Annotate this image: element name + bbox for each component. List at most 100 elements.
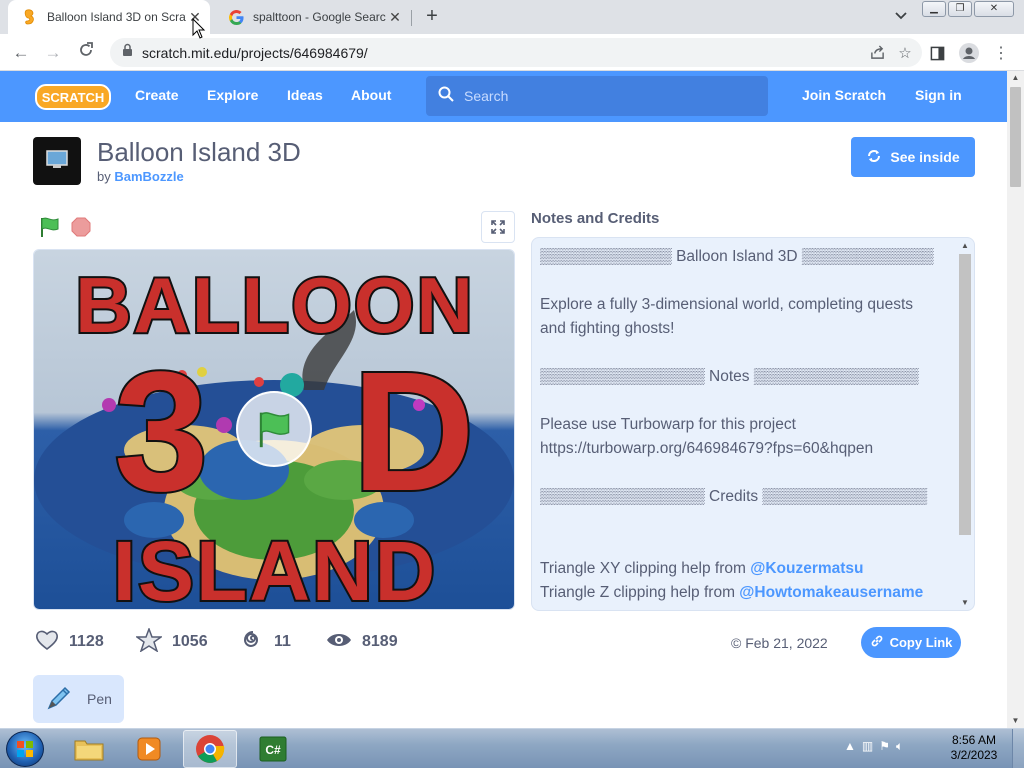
loves-count: 1128 [69,633,104,650]
join-scratch-link[interactable]: Join Scratch [802,71,886,122]
notes-credits-box[interactable]: ▒▒▒▒▒▒▒▒▒▒▒▒ Balloon Island 3D ▒▒▒▒▒▒▒▒▒… [531,237,975,611]
search-input[interactable]: Search [426,76,768,116]
scroll-up-arrow-icon[interactable]: ▲ [957,241,973,250]
taskbar-csharp-editor-icon[interactable]: C# [246,730,300,768]
svg-text:SCRATCH: SCRATCH [42,90,105,105]
heart-icon [35,629,59,656]
remix-spiral-icon [242,629,264,656]
restore-button[interactable]: ❐ [948,1,972,17]
scroll-down-arrow-icon[interactable]: ▼ [1007,714,1024,728]
action-center-flag-icon[interactable]: ⚑ [879,739,890,754]
tab-title: spalttoon - Google Search [253,10,386,24]
tray-expand-icon[interactable]: ▲ [844,739,856,754]
see-inside-button[interactable]: See inside [851,137,975,177]
tab-google-search[interactable]: spalttoon - Google Search ✕ [214,0,410,34]
views-count: 8189 [362,633,398,650]
profile-avatar-icon[interactable] [958,42,980,64]
notes-line: https://turbowarp.org/646984679?fps=60&h… [540,440,874,457]
tab-search-chevron-icon[interactable] [894,8,914,26]
lock-icon [122,43,136,62]
views-stat: 8189 [326,629,398,655]
tab-balloon-island[interactable]: Balloon Island 3D on Scratch ✕ [8,0,210,34]
back-arrow-icon[interactable]: ← [10,42,32,64]
author-link[interactable]: BamBozzle [114,169,183,184]
loves-stat[interactable]: 1128 [35,629,104,655]
project-title: Balloon Island 3D [97,137,301,167]
copy-link-button[interactable]: Copy Link [861,627,961,658]
close-window-button[interactable]: ✕ [974,1,1014,17]
remixes-stat: 11 [242,629,291,655]
scratch-favicon-icon [22,9,38,25]
new-tab-button[interactable]: + [421,5,443,27]
stop-sign-icon[interactable] [71,217,91,237]
taskbar-media-player-icon[interactable] [122,730,176,768]
sign-in-link[interactable]: Sign in [915,71,962,122]
close-tab-icon[interactable]: ✕ [386,8,404,26]
volume-icon[interactable]: 🔈︎ [896,739,903,754]
scratch-navbar: SCRATCH Create Explore Ideas About Searc… [0,71,1007,122]
scratch-logo[interactable]: SCRATCH [35,83,111,111]
pen-icon [45,684,73,715]
page-scrollbar[interactable]: ▲ ▼ [1007,71,1024,728]
nav-ideas[interactable]: Ideas [287,71,323,122]
clock-time: 8:56 AM [951,733,997,747]
forward-arrow-icon[interactable]: → [42,42,64,64]
byline: by BamBozzle [97,169,184,184]
notes-line: and fighting ghosts! [540,320,675,337]
windows-taskbar: C# ▲ ▥ ⚑ 🔈︎ 8:56 AM 3/2/2023 [0,728,1024,768]
notes-blank-line [540,533,960,557]
side-panel-icon[interactable] [926,42,948,64]
notes-line: Triangle Z clipping help from @Howtomake… [540,581,960,605]
copy-link-label: Copy Link [889,635,953,650]
by-label: by [97,169,111,184]
project-thumbnail [33,137,81,185]
address-bar: ← → scratch.mit.edu/projects/646984679/ … [0,34,1024,71]
scroll-up-arrow-icon[interactable]: ▲ [1007,71,1024,85]
taskbar-chrome-icon[interactable] [183,730,237,768]
nav-about[interactable]: About [351,71,391,122]
start-button-windows-icon[interactable] [6,731,44,767]
bookmark-star-icon[interactable]: ☆ [894,42,916,64]
remix-arrows-icon [866,148,882,167]
taskbar-file-explorer-icon[interactable] [62,730,116,768]
notes-text: ▒▒▒▒▒▒▒▒▒▒▒▒ Balloon Island 3D ▒▒▒▒▒▒▒▒▒… [540,245,960,605]
notes-line-text: Triangle XY clipping help from [540,560,751,577]
notes-line: Triangle XY clipping help from @Kouzerma… [540,557,960,581]
nav-explore[interactable]: Explore [207,71,258,122]
network-icon[interactable]: ▥ [862,739,873,754]
notes-line-text: Triangle Z clipping help from [540,584,740,601]
notes-blank-line [540,389,960,413]
fullscreen-button[interactable] [481,211,515,243]
notes-line: ▒▒▒▒▒▒▒▒▒▒▒▒▒▒▒ Credits ▒▒▒▒▒▒▒▒▒▒▒▒▒▒▒ [540,488,928,505]
notes-scrollbar[interactable]: ▲ ▼ [957,239,973,609]
user-mention-link[interactable]: @Kouzermatsu [750,560,863,577]
search-icon [438,86,454,107]
play-overlay-green-flag-icon[interactable] [236,391,312,467]
notes-blank-line [540,509,960,533]
reload-icon[interactable] [75,42,97,64]
svg-text:D: D [352,337,475,527]
svg-text:C#: C# [265,743,281,757]
shared-date: © Feb 21, 2022 [731,635,828,651]
menu-kebab-icon[interactable]: ⋮ [990,42,1012,64]
show-desktop-button[interactable] [1012,729,1024,768]
favorites-stat[interactable]: 1056 [134,626,208,655]
share-icon[interactable] [866,42,888,64]
user-mention-link[interactable]: @Howtomakeausername [739,584,923,601]
favorites-count: 1056 [172,633,208,650]
nav-create[interactable]: Create [135,71,179,122]
notes-blank-line [540,341,960,365]
browser-tab-strip: Balloon Island 3D on Scratch ✕ spalttoon… [0,0,1024,34]
scrollbar-thumb[interactable] [1010,87,1021,187]
remixes-count: 11 [274,633,291,650]
notes-scroll-thumb[interactable] [959,254,971,535]
green-flag-icon[interactable] [39,216,61,238]
tab-separator [411,10,412,26]
url-field[interactable]: scratch.mit.edu/projects/646984679/ ☆ [110,38,922,67]
pen-extension-tag[interactable]: Pen [33,675,124,723]
clock-date: 3/2/2023 [950,748,998,762]
minimize-button[interactable]: ▁ [922,1,946,17]
scroll-down-arrow-icon[interactable]: ▼ [957,598,973,607]
notes-blank-line [540,269,960,293]
taskbar-clock[interactable]: 8:56 AM 3/2/2023 [944,733,1004,763]
